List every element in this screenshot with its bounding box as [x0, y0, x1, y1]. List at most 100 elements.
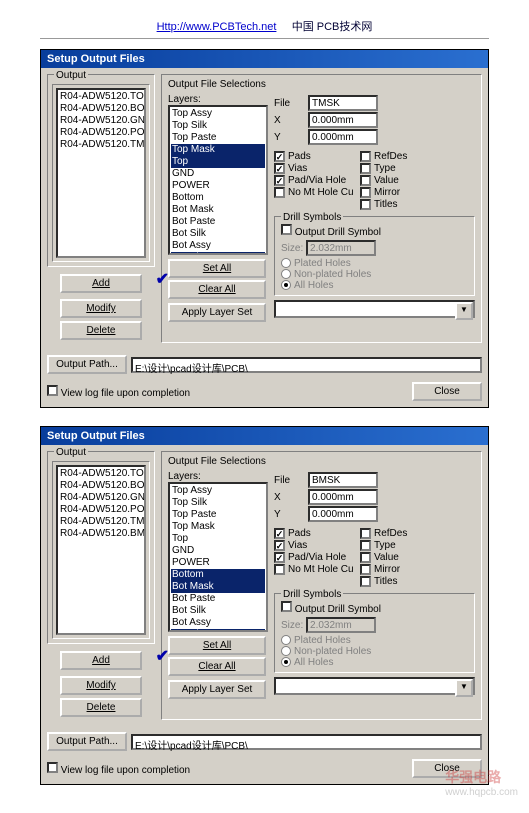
output-list-item[interactable]: R04-ADW5120.POWER: [59, 127, 143, 139]
value-checkbox[interactable]: [360, 175, 371, 186]
layer-list-item[interactable]: Top: [171, 533, 265, 545]
vias-checkbox[interactable]: [274, 163, 285, 174]
padvia-checkbox[interactable]: [274, 175, 285, 186]
output-list-item[interactable]: R04-ADW5120.BMSK: [59, 528, 143, 540]
delete-button[interactable]: Delete: [60, 321, 142, 340]
value-checkbox[interactable]: [360, 552, 371, 563]
x-offset-input[interactable]: 0.000mm: [308, 112, 378, 128]
mirror-checkbox[interactable]: [360, 564, 371, 575]
output-listbox[interactable]: R04-ADW5120.TOPR04-ADW5120.BOTR04-ADW512…: [56, 88, 146, 258]
layer-list-item[interactable]: POWER: [171, 180, 265, 192]
vias-checkbox[interactable]: [274, 540, 285, 551]
type-checkbox[interactable]: [360, 540, 371, 551]
output-list-item[interactable]: R04-ADW5120.GND: [59, 115, 143, 127]
close-button[interactable]: Close: [412, 382, 482, 401]
output-path-button[interactable]: Output Path...: [47, 732, 127, 751]
all-holes-label: All Holes: [294, 280, 333, 291]
refdes-checkbox[interactable]: [360, 528, 371, 539]
layer-list-item[interactable]: Bot Silk: [171, 605, 265, 617]
padvia-checkbox[interactable]: [274, 552, 285, 563]
layer-list-item[interactable]: Top Silk: [171, 497, 265, 509]
apply-layer-set-button[interactable]: Apply Layer Set: [168, 303, 266, 322]
layer-list-item[interactable]: Bot Paste: [171, 593, 265, 605]
layer-list-item[interactable]: Top Silk: [171, 120, 265, 132]
apply-layer-set-button[interactable]: Apply Layer Set: [168, 680, 266, 699]
output-drill-symbol-checkbox[interactable]: [281, 224, 292, 235]
layer-list-item[interactable]: Bot Paste: [171, 216, 265, 228]
output-path-input[interactable]: E:\设计\pcad设计库\PCB\: [131, 734, 482, 750]
layer-list-item[interactable]: Bot Assy: [171, 240, 265, 252]
layer-list-item[interactable]: GND: [171, 168, 265, 180]
output-group: Output R04-ADW5120.TOPR04-ADW5120.BOTR04…: [47, 451, 155, 644]
layer-set-combo[interactable]: [274, 300, 475, 318]
output-list-item[interactable]: R04-ADW5120.TMSK: [59, 139, 143, 151]
add-button[interactable]: Add: [60, 274, 142, 293]
mirror-checkbox[interactable]: [360, 187, 371, 198]
output-list-item[interactable]: R04-ADW5120.BOT: [59, 480, 143, 492]
layer-list-item[interactable]: Top: [171, 156, 265, 168]
delete-button[interactable]: Delete: [60, 698, 142, 717]
layers-listbox[interactable]: Top AssyTop SilkTop PasteTop MaskTopGNDP…: [168, 105, 268, 255]
add-button[interactable]: Add: [60, 651, 142, 670]
layer-list-item[interactable]: Top Paste: [171, 132, 265, 144]
clear-all-button[interactable]: Clear All: [168, 280, 266, 299]
titles-checkbox[interactable]: [360, 199, 371, 210]
y-offset-input[interactable]: 0.000mm: [308, 506, 378, 522]
set-all-button[interactable]: Set All: [168, 636, 266, 655]
layer-list-item[interactable]: Bottom: [171, 569, 265, 581]
layer-list-item[interactable]: Top Mask: [171, 521, 265, 533]
drill-size-label: Size:: [281, 243, 303, 254]
pads-checkbox[interactable]: [274, 151, 285, 162]
output-list-item[interactable]: R04-ADW5120.POWER: [59, 504, 143, 516]
close-button[interactable]: Close: [412, 759, 482, 778]
layer-set-combo[interactable]: [274, 677, 475, 695]
layer-list-item[interactable]: Board: [171, 252, 265, 255]
output-list-item[interactable]: R04-ADW5120.TOP: [59, 91, 143, 103]
layer-list-item[interactable]: Bot Mask: [171, 581, 265, 593]
set-all-button[interactable]: Set All: [168, 259, 266, 278]
page-header: Http://www.PCBTech.net 中国 PCB技术网: [40, 18, 489, 34]
file-input[interactable]: TMSK: [308, 95, 378, 111]
refdes-checkbox[interactable]: [360, 151, 371, 162]
layer-list-item[interactable]: Bot Silk: [171, 228, 265, 240]
output-list-item[interactable]: R04-ADW5120.TOP: [59, 468, 143, 480]
modify-button[interactable]: Modify: [60, 299, 142, 318]
mirror-label: Mirror: [374, 564, 422, 575]
layer-list-item[interactable]: Top Assy: [171, 485, 265, 497]
nomnt-checkbox[interactable]: [274, 564, 285, 575]
y-offset-input[interactable]: 0.000mm: [308, 129, 378, 145]
titles-checkbox[interactable]: [360, 576, 371, 587]
layer-list-item[interactable]: POWER: [171, 557, 265, 569]
view-log-checkbox[interactable]: [47, 762, 58, 773]
pads-checkbox[interactable]: [274, 528, 285, 539]
output-path-button[interactable]: Output Path...: [47, 355, 127, 374]
nomnt-checkbox[interactable]: [274, 187, 285, 198]
layers-listbox[interactable]: Top AssyTop SilkTop PasteTop MaskTopGNDP…: [168, 482, 268, 632]
output-list-item[interactable]: R04-ADW5120.TMSK: [59, 516, 143, 528]
output-list-item[interactable]: R04-ADW5120.BOT: [59, 103, 143, 115]
add-checkmark-annotation: ✔: [156, 269, 169, 289]
layer-list-item[interactable]: GND: [171, 545, 265, 557]
layer-list-item[interactable]: Top Assy: [171, 108, 265, 120]
layer-list-item[interactable]: Top Paste: [171, 509, 265, 521]
output-drill-symbol-checkbox[interactable]: [281, 601, 292, 612]
layer-list-item[interactable]: Bottom: [171, 192, 265, 204]
clear-all-button[interactable]: Clear All: [168, 657, 266, 676]
output-listbox[interactable]: R04-ADW5120.TOPR04-ADW5120.BOTR04-ADW512…: [56, 465, 146, 635]
layers-label: Layers:: [168, 471, 268, 482]
layer-list-item[interactable]: Top Mask: [171, 144, 265, 156]
type-checkbox[interactable]: [360, 163, 371, 174]
file-input[interactable]: BMSK: [308, 472, 378, 488]
layers-label: Layers:: [168, 94, 268, 105]
header-link[interactable]: Http://www.PCBTech.net: [157, 21, 277, 33]
plated-holes-label: Plated Holes: [294, 635, 351, 646]
output-path-input[interactable]: E:\设计\pcad设计库\PCB\: [131, 357, 482, 373]
drill-symbols-title: Drill Symbols: [281, 589, 343, 600]
layer-list-item[interactable]: Bot Mask: [171, 204, 265, 216]
layer-list-item[interactable]: Bot Assy: [171, 617, 265, 629]
output-list-item[interactable]: R04-ADW5120.GND: [59, 492, 143, 504]
view-log-checkbox[interactable]: [47, 385, 58, 396]
x-offset-input[interactable]: 0.000mm: [308, 489, 378, 505]
modify-button[interactable]: Modify: [60, 676, 142, 695]
layer-list-item[interactable]: Board: [171, 629, 265, 632]
